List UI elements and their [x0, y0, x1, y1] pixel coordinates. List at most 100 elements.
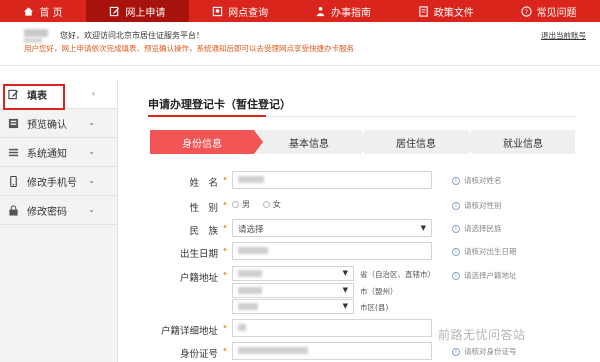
- county-select[interactable]: ▼: [232, 299, 354, 314]
- watermark: 前路无忧问答站: [438, 328, 526, 342]
- field-id-number: 身份证号 • i 请核对身份证号: [150, 342, 590, 362]
- nav-policy[interactable]: 政策文件: [394, 0, 497, 22]
- hint-text: 请选择户籍地址: [464, 271, 517, 280]
- birthdate-input[interactable]: [232, 242, 432, 260]
- redacted-value: [238, 303, 258, 310]
- svg-text:?: ?: [524, 7, 527, 15]
- step-label: 居住信息: [396, 138, 436, 150]
- select-value: 请选择: [238, 225, 264, 235]
- hint-text: 请选择民族: [464, 224, 502, 233]
- hint-text: 请核对姓名: [464, 176, 502, 185]
- home-icon: [23, 6, 34, 17]
- field-hint: i 请核对出生日期: [452, 246, 517, 257]
- field-label: 姓 名: [189, 178, 218, 189]
- field-label: 身份证号: [179, 349, 218, 360]
- location-icon: [212, 6, 223, 17]
- lock-icon: [8, 204, 19, 216]
- radio-dot: [262, 201, 270, 208]
- field-hint: i 请核对性别: [452, 200, 502, 211]
- redacted-value: [238, 270, 262, 277]
- hint-text: 请核对身份证号: [464, 347, 517, 356]
- info-icon: i: [452, 224, 460, 233]
- province-select[interactable]: ▼: [232, 266, 354, 281]
- chevron-down-icon: ⌄: [88, 176, 95, 185]
- id-number-input[interactable]: [232, 342, 432, 360]
- dropdown-arrow-icon: ▼: [342, 286, 348, 294]
- nav-faq-label: 常见问题: [536, 7, 577, 19]
- username-redacted: [24, 29, 48, 37]
- redacted-value: [238, 324, 246, 331]
- logout-link[interactable]: 退出当前账号: [541, 30, 586, 41]
- field-gender: 性 别 • 男 女 i 请核对性别: [150, 196, 590, 216]
- sidebar-item-label: 系统通知: [27, 148, 67, 160]
- radio-dot: [232, 201, 239, 208]
- edit-icon: [109, 6, 120, 17]
- highlight-box: [3, 84, 65, 110]
- guide-icon: [315, 6, 326, 17]
- sidebar-item-change-password[interactable]: 修改密码 ⌄: [0, 196, 117, 225]
- required-mark: •: [222, 322, 228, 333]
- nav-online-apply[interactable]: 网上申请: [85, 0, 189, 22]
- sidebar-item-preview[interactable]: 预览确认 ⌄: [0, 109, 117, 138]
- province-unit: 省（自治区、直辖市）: [360, 270, 435, 279]
- field-hint: i 请选择民族: [452, 223, 502, 234]
- title-accent-bar: [148, 115, 266, 117]
- step-residence[interactable]: 居住信息: [364, 130, 477, 154]
- required-mark: •: [222, 174, 228, 185]
- field-ethnicity: 民 族 • 请选择 ▼ i 请选择民族: [150, 219, 590, 239]
- required-mark: •: [222, 245, 228, 256]
- step-employment[interactable]: 就业信息: [471, 130, 575, 154]
- sidebar-item-change-phone[interactable]: 修改手机号 ⌄: [0, 167, 117, 196]
- step-basic[interactable]: 基本信息: [257, 130, 370, 154]
- field-name: 姓 名 • i 请核对姓名: [150, 171, 590, 191]
- radio-label: 女: [272, 200, 281, 209]
- nav-policy-label: 政策文件: [433, 7, 474, 19]
- field-label: 户籍详细地址: [160, 326, 218, 337]
- required-mark: •: [222, 222, 228, 233]
- field-hint: i 请选择户籍地址: [452, 270, 517, 281]
- dropdown-arrow-icon: ▼: [420, 224, 426, 232]
- city-unit: 市（盟州）: [360, 287, 398, 296]
- info-icon: i: [452, 247, 460, 256]
- info-icon: i: [452, 176, 460, 185]
- sidebar-item-label: 修改密码: [27, 206, 67, 218]
- hint-text: 请核对性别: [464, 201, 502, 210]
- help-icon: ?: [520, 5, 532, 17]
- nav-outlet-search[interactable]: 网点查询: [189, 0, 292, 22]
- city-select[interactable]: ▼: [232, 283, 354, 298]
- redacted-value: [238, 176, 264, 183]
- field-label: 性 别: [189, 203, 218, 214]
- notice-text: 用户您好，网上申请依次完成填表、预览确认操作，系统通知后即可以去受理网点享受快捷…: [24, 44, 354, 53]
- required-mark: •: [222, 345, 228, 356]
- nav-home[interactable]: 首 页: [0, 0, 86, 22]
- county-unit: 市区(县): [360, 303, 389, 312]
- chevron-down-icon: ⌄: [88, 205, 95, 214]
- dropdown-arrow-icon: ▼: [342, 269, 348, 277]
- redacted-value: [238, 247, 268, 254]
- gender-female-radio[interactable]: 女: [262, 199, 281, 210]
- step-identity[interactable]: 身份信息: [150, 130, 263, 154]
- nav-guide-label: 办事指南: [330, 7, 371, 19]
- sidebar-item-notification[interactable]: 系统通知 ⌄: [0, 138, 117, 167]
- step-indicator: 身份信息 基本信息 居住信息 就业信息: [150, 130, 578, 154]
- nav-guide[interactable]: 办事指南: [292, 0, 395, 22]
- chevron-down-icon: ⌄: [88, 147, 95, 156]
- info-icon: i: [452, 347, 460, 356]
- list-icon: [8, 147, 19, 158]
- chevron-right-icon: ›: [91, 89, 95, 98]
- household-detail-input[interactable]: [232, 319, 432, 337]
- gender-male-radio[interactable]: 男: [232, 199, 250, 210]
- nav-faq[interactable]: ? 常见问题: [497, 0, 600, 22]
- radio-label: 男: [242, 200, 250, 209]
- name-input[interactable]: [232, 171, 432, 189]
- top-nav: 首 页 网上申请 网点查询 办事指南 政策文件 ? 常见问题: [0, 0, 600, 22]
- field-birthdate: 出生日期 • i 请核对出生日期: [150, 242, 590, 262]
- step-label: 就业信息: [503, 138, 543, 150]
- gender-radio-group: 男 女: [232, 199, 291, 211]
- nav-home-label: 首 页: [39, 7, 63, 19]
- document-icon: [418, 5, 429, 17]
- field-label: 户籍地址: [179, 273, 218, 284]
- sidebar-item-label: 预览确认: [27, 119, 67, 131]
- required-mark: •: [222, 199, 228, 210]
- ethnicity-select[interactable]: 请选择 ▼: [232, 219, 432, 237]
